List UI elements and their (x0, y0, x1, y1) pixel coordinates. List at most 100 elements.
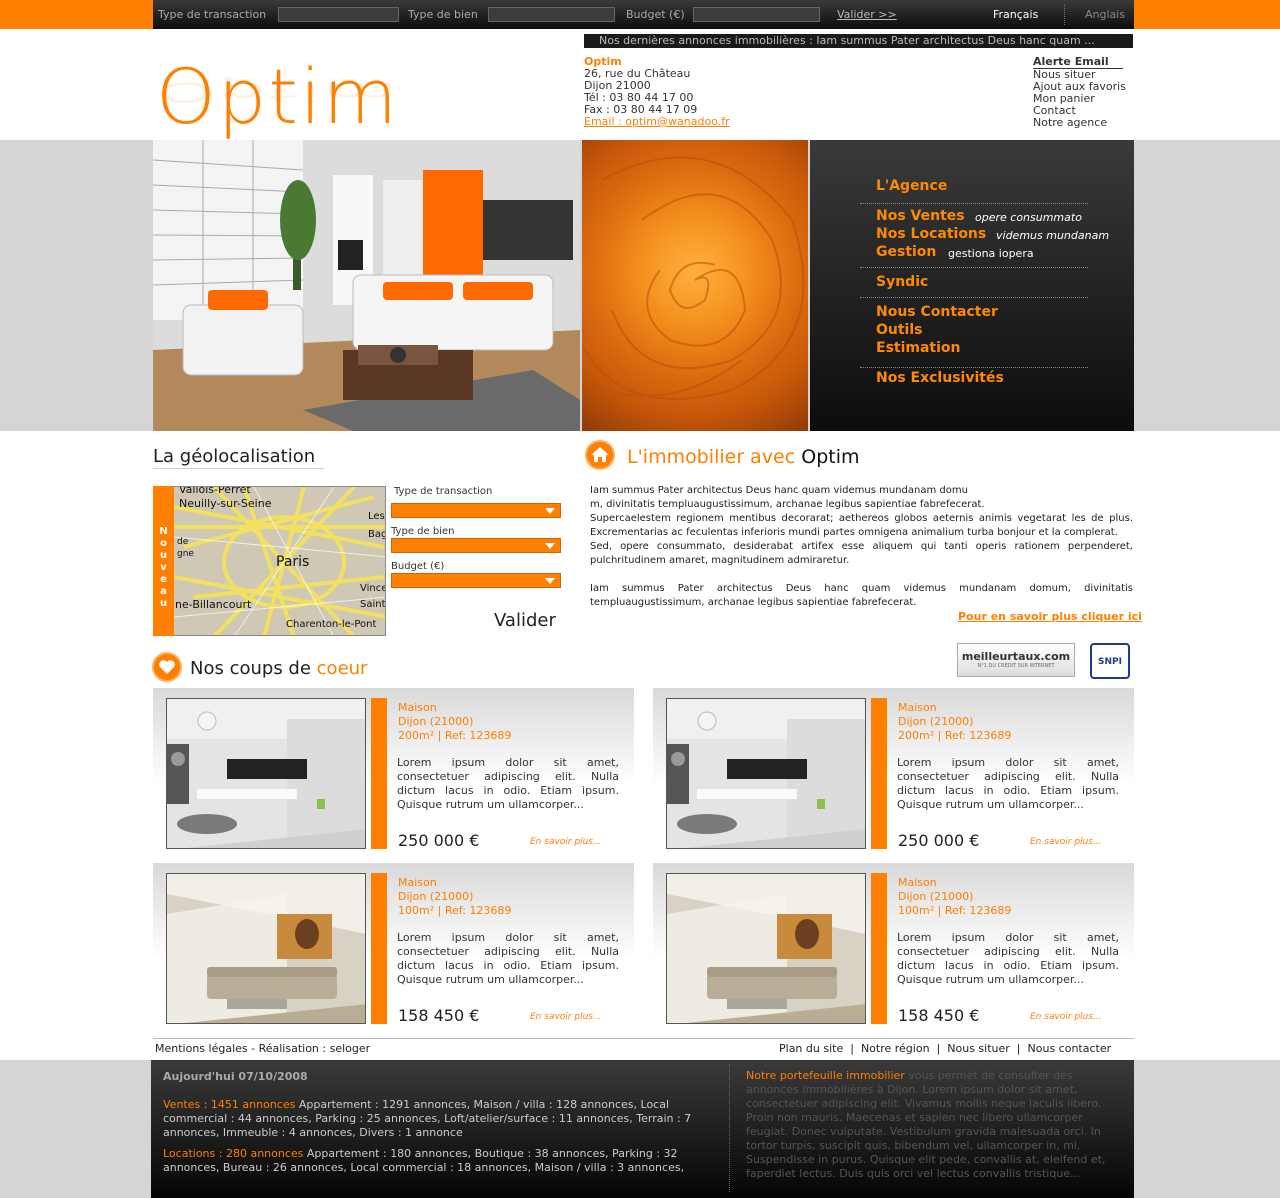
geoloc-title-underline (153, 468, 324, 469)
property-meta: Maison Dijon (21000) 100m² | Ref: 123689 (398, 876, 511, 918)
property-photo[interactable] (166, 698, 366, 849)
bien-label: Type de bien (408, 8, 478, 21)
footer-separator: | (850, 1042, 854, 1055)
nav-outils[interactable]: Outils (876, 322, 923, 338)
property-photo[interactable] (666, 698, 866, 849)
meilleurtaux-tagline: N°1 DU CRÉDIT SUR INTERNET (977, 663, 1055, 669)
lang-french[interactable]: Français (993, 8, 1038, 21)
nav-ventes-sub[interactable]: opere consummato (975, 211, 1082, 224)
geo-bien-label: Type de bien (391, 526, 455, 537)
budget-label: Budget (€) (626, 8, 685, 21)
nav-exclusivites[interactable]: Nos Exclusivités (876, 370, 1004, 386)
geo-transaction-select[interactable] (391, 503, 561, 518)
geo-budget-select[interactable] (391, 573, 561, 588)
geo-bien-select[interactable] (391, 538, 561, 553)
region-link[interactable]: Notre région (861, 1042, 930, 1055)
meilleurtaux-logo[interactable]: meilleurtaux.com N°1 DU CRÉDIT SUR INTERN… (957, 643, 1075, 677)
transaction-select[interactable] (278, 7, 399, 22)
property-photo[interactable] (666, 873, 866, 1024)
card-accent-bar (871, 873, 887, 1024)
footer-nav: Plan du site | Notre région | Nous situe… (779, 1042, 1111, 1055)
card-accent-bar (871, 698, 887, 849)
agency-contact: Optim 26, rue du Château Dijon 21000 Tél… (584, 56, 730, 128)
property-price: 250 000 € (398, 831, 480, 850)
topbar-accent-right (1134, 0, 1280, 29)
agency-email-link[interactable]: Email : optim@wanadoo.fr (584, 116, 730, 128)
meilleurtaux-name: meilleurtaux.com (961, 650, 1071, 663)
portfolio-title: Notre portefeuille immobilier (746, 1069, 905, 1082)
legal-notice-link[interactable]: Mentions légales - Réalisation : seloger (155, 1042, 370, 1055)
geo-submit-button[interactable]: Valider (494, 610, 556, 631)
footer-separator: | (1016, 1042, 1021, 1055)
property-type: Maison (398, 876, 437, 889)
stats-divider (729, 1064, 730, 1192)
nav-syndic[interactable]: Syndic (876, 274, 928, 290)
our-agency-link[interactable]: Notre agence (1033, 117, 1126, 129)
property-card[interactable]: Maison Dijon (21000) 100m² | Ref: 123689 Lo… (153, 863, 634, 1025)
map-label: Vallois-Perret (179, 486, 251, 496)
main-nav: L'Agence Nos Ventes opere consummato Nos… (810, 140, 1134, 431)
chevron-down-icon (545, 578, 555, 584)
property-card[interactable]: Maison Dijon (21000) 200m² | Ref: 123689 Lo… (153, 688, 634, 850)
nav-divider (860, 267, 1088, 268)
nav-agence[interactable]: L'Agence (876, 178, 947, 194)
map-label: Les (368, 511, 385, 522)
nav-locations-sub[interactable]: videmus mundanam (996, 229, 1109, 242)
property-city: Dijon (21000) (898, 890, 974, 903)
favorites-title-text: Nos coups de (190, 658, 311, 679)
immo-title: L'immobilier avec Optim (627, 446, 860, 468)
rose-photo (582, 140, 808, 431)
lang-divider (1064, 4, 1065, 25)
listing-stats: Ventes : 1451 annonces Appartement : 129… (163, 1098, 723, 1175)
property-photo[interactable] (166, 873, 366, 1024)
intro-line: m, divinitatis templuaugustissimum, arch… (590, 499, 985, 510)
property-ref: 100m² | Ref: 123689 (398, 904, 512, 917)
contact-footer-link[interactable]: Nous contacter (1028, 1042, 1112, 1055)
nav-gestion-sub[interactable]: gestiona iopera (948, 247, 1034, 260)
nav-estimation[interactable]: Estimation (876, 340, 961, 356)
property-price: 250 000 € (898, 831, 980, 850)
intro-line: Iam summus Pater architectus Deus hanc q… (590, 485, 968, 496)
snpi-logo[interactable]: SNPI (1090, 643, 1130, 679)
budget-input[interactable] (693, 7, 820, 22)
property-meta: Maison Dijon (21000) 200m² | Ref: 123689 (898, 701, 1011, 743)
property-ref: 100m² | Ref: 123689 (898, 904, 1012, 917)
bien-select[interactable] (488, 7, 615, 22)
property-card[interactable]: Maison Dijon (21000) 100m² | Ref: 123689 Lo… (653, 863, 1134, 1025)
footer-divider (153, 1038, 1134, 1039)
favorites-title: Nos coups de coeur (190, 658, 367, 679)
nav-divider (860, 297, 1088, 298)
nav-ventes[interactable]: Nos Ventes (876, 208, 965, 224)
transaction-label: Type de transaction (158, 8, 267, 21)
sales-count-link[interactable]: Ventes : 1451 annonces (163, 1098, 295, 1111)
property-more-link[interactable]: En savoir plus... (530, 1012, 602, 1022)
property-more-link[interactable]: En savoir plus... (1030, 837, 1102, 847)
property-more-link[interactable]: En savoir plus... (1030, 1012, 1102, 1022)
nav-locations[interactable]: Nos Locations (876, 226, 986, 242)
quick-search-submit[interactable]: Valider >> (837, 8, 897, 21)
immo-title-brand: Optim (801, 446, 860, 468)
map-new-tab: Nouveau (153, 486, 174, 636)
map-label: Saint (360, 599, 386, 610)
map-label: Charenton-le-Pont (286, 619, 377, 630)
property-card[interactable]: Maison Dijon (21000) 200m² | Ref: 123689 Lo… (653, 688, 1134, 850)
nav-gestion[interactable]: Gestion (876, 244, 936, 260)
news-ticker[interactable]: Nos dernières annonces immobilières : Ia… (584, 34, 1133, 48)
geo-budget-label: Budget (€) (391, 561, 445, 572)
chevron-down-icon (545, 508, 555, 514)
current-date: Aujourd'hui 07/10/2008 (163, 1070, 308, 1083)
rentals-count-link[interactable]: Locations : 280 annonces (163, 1147, 303, 1160)
property-more-link[interactable]: En savoir plus... (530, 837, 602, 847)
logo-reflection: Optim (156, 76, 400, 108)
locate-link[interactable]: Nous situer (947, 1042, 1010, 1055)
learn-more-link[interactable]: Pour en savoir plus cliquer ici (958, 610, 1142, 623)
property-city: Dijon (21000) (398, 715, 474, 728)
geoloc-map[interactable]: Vallois-Perret Neuilly-sur-Seine Paris n… (153, 486, 386, 636)
immo-title-orange: L'immobilier avec (627, 446, 796, 468)
nav-contacter[interactable]: Nous Contacter (876, 304, 998, 320)
property-city: Dijon (21000) (898, 715, 974, 728)
lang-english[interactable]: Anglais (1085, 8, 1125, 21)
sitemap-link[interactable]: Plan du site (779, 1042, 843, 1055)
property-description: Lorem ipsum dolor sit amet, consectetuer… (897, 756, 1119, 811)
property-meta: Maison Dijon (21000) 200m² | Ref: 123689 (398, 701, 511, 743)
